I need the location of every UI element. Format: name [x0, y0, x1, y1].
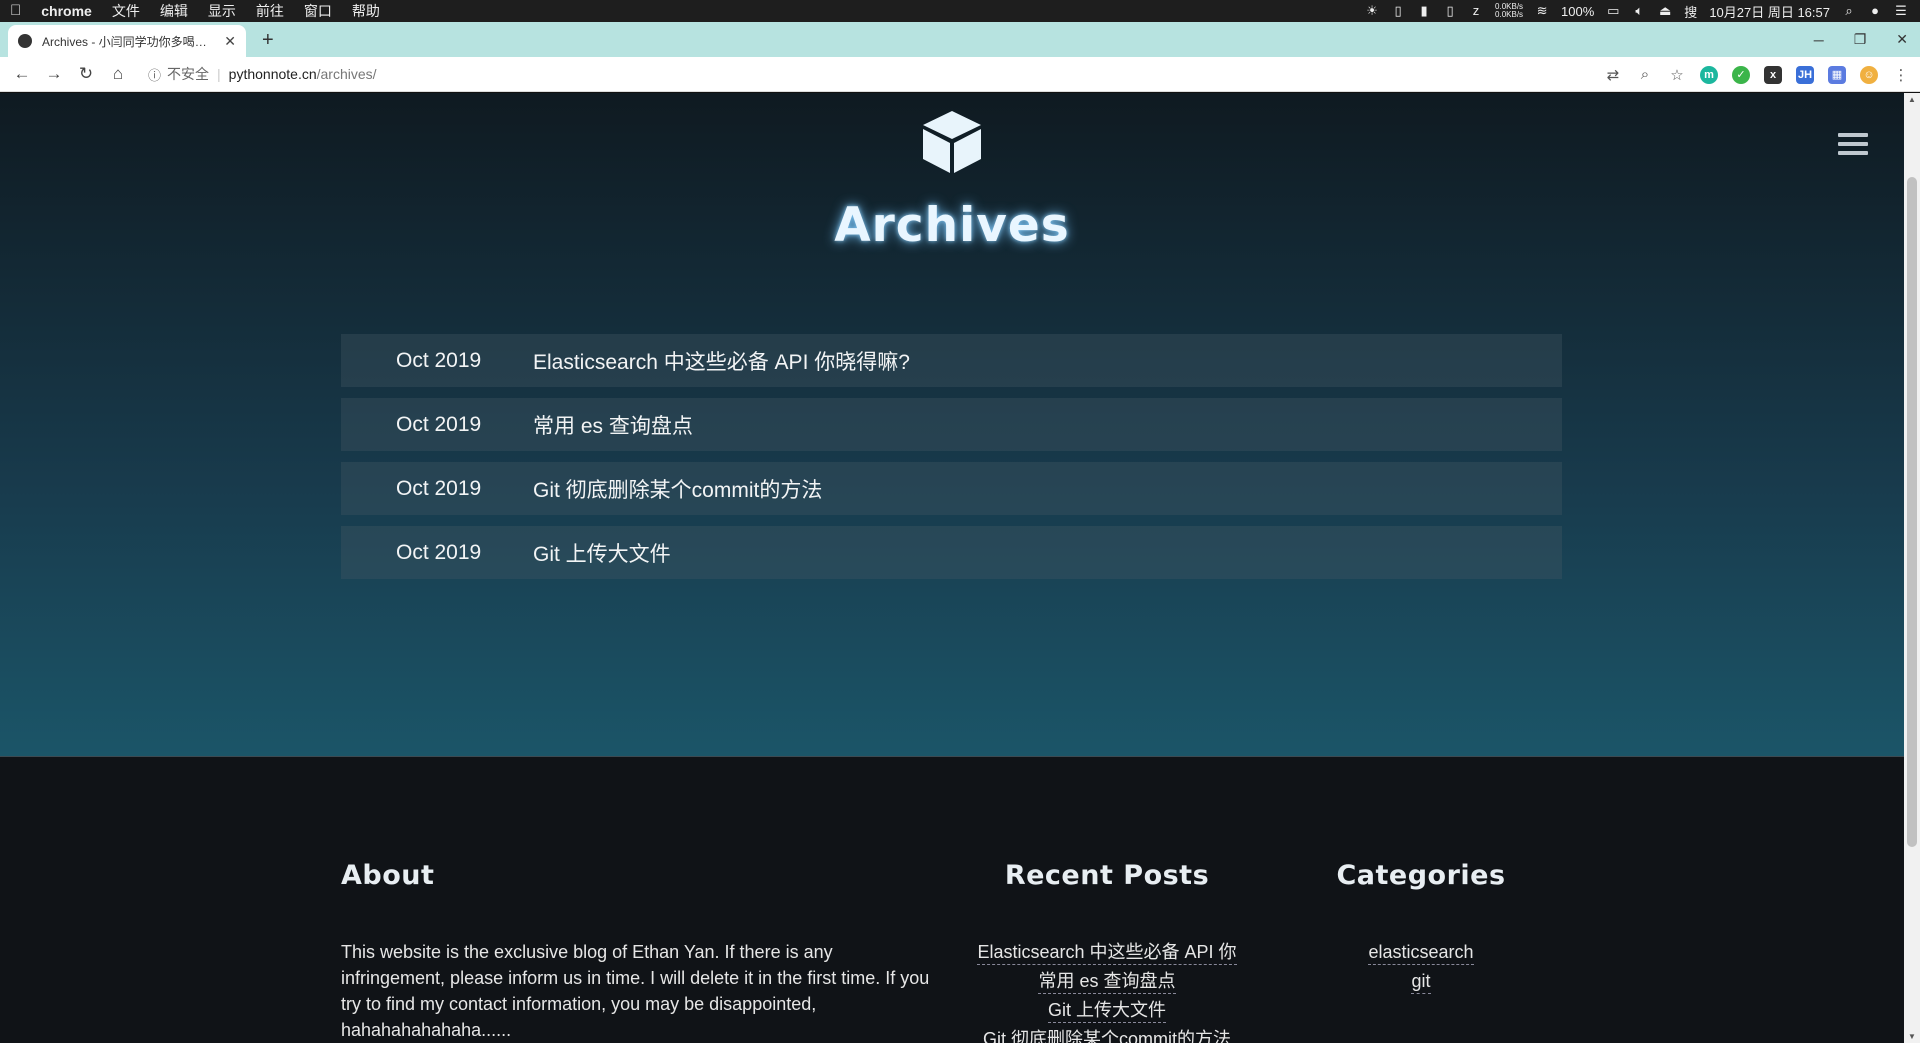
archive-post-link[interactable]: Elasticsearch 中这些必备 API 你晓得嘛? [533, 346, 910, 376]
menu-go[interactable]: 前往 [246, 0, 294, 22]
url-separator: | [217, 66, 221, 82]
extension-jh-icon[interactable]: JH [1796, 65, 1814, 84]
zoom-icon[interactable]: ⌕ [1636, 66, 1654, 83]
recent-post-link[interactable]: Elasticsearch 中这些必备 API 你 [977, 941, 1237, 965]
minimize-window-icon[interactable]: ─ [1814, 32, 1824, 48]
site-info-icon[interactable]: ⓘ [148, 65, 161, 84]
archive-list: Oct 2019 Elasticsearch 中这些必备 API 你晓得嘛? O… [341, 334, 1562, 590]
recent-post-link[interactable]: Git 彻底删除某个commit的方法 [983, 1028, 1231, 1043]
archive-row[interactable]: Oct 2019 常用 es 查询盘点 [341, 398, 1562, 451]
archive-row[interactable]: Oct 2019 Git 上传大文件 [341, 526, 1562, 579]
memory-meter-icon[interactable]: ▮ [1417, 4, 1431, 18]
categories-heading: Categories [1336, 860, 1506, 891]
category-link[interactable]: elasticsearch [1368, 941, 1474, 965]
recent-post-link[interactable]: Git 上传大文件 [1047, 999, 1166, 1023]
wifi-icon[interactable]: ≋ [1535, 4, 1549, 18]
notification-center-icon[interactable]: ☰ [1894, 4, 1908, 18]
archive-date: Oct 2019 [396, 412, 482, 436]
close-tab-icon[interactable]: ✕ [224, 33, 236, 50]
scrollbar-thumb[interactable] [1907, 177, 1917, 847]
extension-m-icon[interactable]: m [1700, 65, 1718, 84]
tab-title: Archives - 小闫同学功你多喝热水 [42, 34, 219, 49]
recent-posts-list: Elasticsearch 中这些必备 API 你 常用 es 查询盘点 Git… [957, 939, 1257, 1043]
url-host: pythonnote.cn [228, 66, 317, 82]
new-tab-button[interactable]: + [262, 26, 274, 54]
cpu-meter-icon[interactable]: ▯ [1391, 4, 1405, 18]
eject-icon[interactable]: ⏏ [1658, 4, 1672, 18]
menu-window[interactable]: 窗口 [294, 0, 342, 22]
hamburger-menu-icon[interactable] [1838, 133, 1868, 160]
menu-app-name[interactable]: chrome [31, 0, 102, 22]
siri-icon[interactable]: ● [1868, 4, 1882, 18]
archive-row[interactable]: Oct 2019 Git 彻底删除某个commit的方法 [341, 462, 1562, 515]
recent-post-link[interactable]: 常用 es 查询盘点 [1038, 970, 1176, 994]
status-area: ☀ ▯ ▮ ▯ z 0.0KB/s 0.0KB/s ≋ 100% ▭ 🔈︎ ⏏ … [1365, 0, 1908, 22]
spotlight-search-icon[interactable]: ⌕ [1842, 4, 1856, 18]
page-scrollbar[interactable]: ▲ ▼ [1904, 93, 1920, 1043]
recent-posts-heading: Recent Posts [1004, 860, 1210, 891]
address-bar[interactable]: ⓘ 不安全 | pythonnote.cn /archives/ [148, 64, 377, 84]
extension-green-icon[interactable]: ✓ [1732, 65, 1750, 84]
reload-icon[interactable]: ↻ [70, 64, 102, 84]
toolbar-right-actions: ⇄ ⌕ ☆ m ✓ x JH ▦ ☺ ⋮ [1604, 57, 1910, 92]
scroll-down-icon[interactable]: ▼ [1907, 1032, 1917, 1041]
network-speed[interactable]: 0.0KB/s 0.0KB/s [1495, 3, 1523, 19]
window-controls: ─ ❐ ✕ [1814, 22, 1908, 57]
macos-menu-bar:  chrome 文件 编辑 显示 前往 窗口 帮助 ☀ ▯ ▮ ▯ z 0.0… [0, 0, 1920, 22]
menu-view[interactable]: 显示 [198, 0, 246, 22]
volume-icon[interactable]: 🔈︎ [1632, 4, 1646, 18]
about-text: This website is the exclusive blog of Et… [341, 942, 930, 1040]
forward-arrow-icon[interactable]: → [38, 64, 70, 84]
close-window-icon[interactable]: ✕ [1896, 31, 1908, 48]
category-link[interactable]: git [1411, 970, 1431, 994]
site-favicon-icon [18, 34, 32, 48]
net-down-speed: 0.0KB/s [1495, 10, 1524, 19]
archive-date: Oct 2019 [396, 476, 482, 500]
restore-window-icon[interactable]: ❐ [1854, 31, 1867, 48]
menu-edit[interactable]: 编辑 [150, 0, 198, 22]
brightness-icon[interactable]: ☀ [1365, 4, 1379, 18]
web-page: Archives Oct 2019 Elasticsearch 中这些必备 AP… [0, 93, 1904, 1043]
apple-icon[interactable]:  [0, 0, 31, 22]
translate-icon[interactable]: ⇄ [1604, 66, 1622, 84]
archives-hero: Archives Oct 2019 Elasticsearch 中这些必备 AP… [0, 93, 1904, 756]
about-heading: About [341, 860, 435, 891]
back-arrow-icon[interactable]: ← [6, 64, 38, 84]
battery-percent[interactable]: 100% [1561, 4, 1594, 19]
archive-post-link[interactable]: Git 上传大文件 [533, 538, 671, 568]
url-path: /archives/ [316, 66, 377, 82]
clock[interactable]: 10月27日 周日 16:57 [1709, 2, 1830, 21]
browser-toolbar: ← → ↻ ⌂ ⓘ 不安全 | pythonnote.cn /archives/… [0, 57, 1920, 92]
home-icon[interactable]: ⌂ [102, 64, 134, 84]
archive-post-link[interactable]: Git 彻底删除某个commit的方法 [533, 474, 822, 504]
archive-row[interactable]: Oct 2019 Elasticsearch 中这些必备 API 你晓得嘛? [341, 334, 1562, 387]
not-secure-label: 不安全 [167, 66, 210, 82]
scroll-up-icon[interactable]: ▲ [1907, 95, 1917, 104]
archive-date: Oct 2019 [396, 540, 482, 564]
battery-icon[interactable]: ▭ [1606, 4, 1620, 18]
disk-meter-icon[interactable]: ▯ [1443, 4, 1457, 18]
archive-post-link[interactable]: 常用 es 查询盘点 [533, 410, 693, 440]
menu-file[interactable]: 文件 [102, 0, 150, 22]
extension-x-icon[interactable]: x [1764, 65, 1782, 84]
tab-strip: Archives - 小闫同学功你多喝热水 ✕ + ─ ❐ ✕ [0, 22, 1920, 57]
sleep-icon[interactable]: z [1469, 4, 1483, 18]
input-method-indicator[interactable]: 搜 [1684, 2, 1697, 21]
profile-avatar[interactable]: ☺ [1860, 65, 1878, 84]
bookmark-star-icon[interactable]: ☆ [1668, 66, 1686, 84]
chrome-menu-icon[interactable]: ⋮ [1892, 66, 1910, 84]
site-logo-cube-icon[interactable] [917, 107, 987, 177]
browser-tab-archives[interactable]: Archives - 小闫同学功你多喝热水 ✕ [8, 25, 246, 57]
site-footer: About This website is the exclusive blog… [0, 756, 1904, 1043]
archive-date: Oct 2019 [396, 348, 482, 372]
menu-help[interactable]: 帮助 [342, 0, 390, 22]
extension-grid-icon[interactable]: ▦ [1828, 65, 1846, 84]
page-title: Archives [834, 198, 1070, 253]
categories-list: elasticsearch git [1321, 939, 1521, 997]
